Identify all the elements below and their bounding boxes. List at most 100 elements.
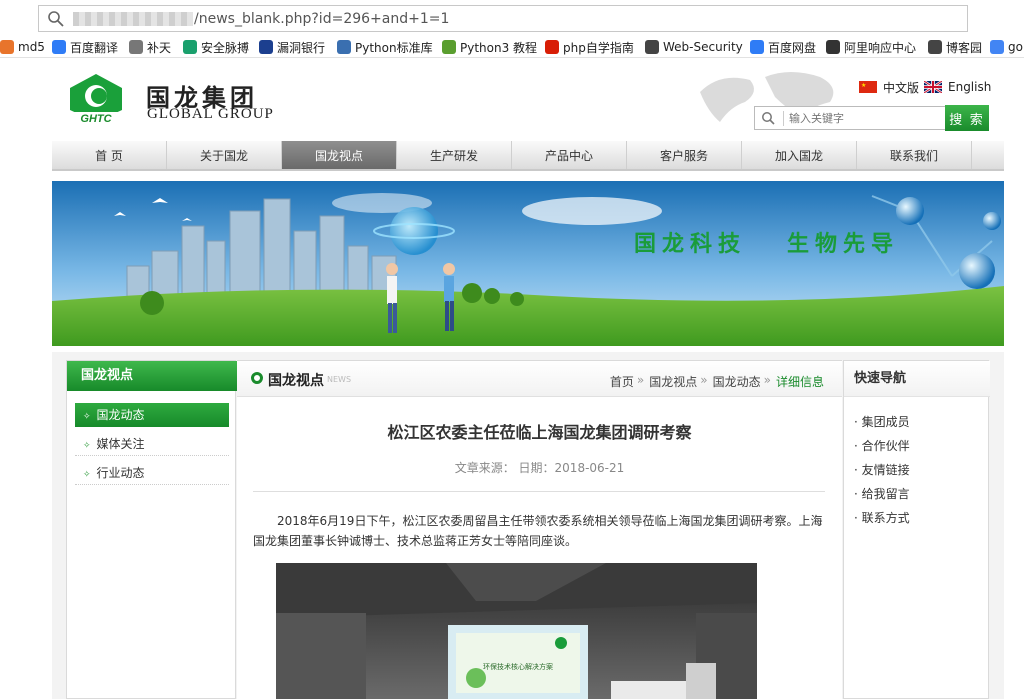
quicknav-link[interactable]: · 联系方式 — [854, 509, 910, 526]
gear-icon — [129, 40, 143, 54]
bookmark-label: 百度网盘 — [768, 40, 817, 55]
bookmark-label: 补天 — [147, 40, 172, 55]
bookmark-label: php自学指南 — [563, 40, 634, 55]
bookmark-label: Python3 教程 — [460, 40, 538, 55]
bank-icon — [259, 40, 273, 54]
bookmark-item[interactable]: Python标准库 — [337, 38, 433, 56]
search-button[interactable]: 搜 索 — [945, 105, 989, 131]
uk-flag-icon — [923, 80, 943, 94]
article-title: 松江区农委主任莅临上海国龙集团调研考察 — [387, 423, 692, 442]
breadcrumb-link[interactable]: 首页 — [610, 373, 634, 390]
diamond-bullet-icon: ✧ — [83, 441, 91, 451]
section-title: 国龙视点 — [268, 373, 324, 389]
breadcrumb-separator: » — [763, 373, 771, 387]
breadcrumb-link[interactable]: 国龙动态 — [713, 373, 761, 390]
bookmark-item[interactable]: 阿里响应中心 — [826, 38, 916, 56]
cloud-icon — [750, 40, 764, 54]
meeting-room-photo: 环保技术核心解决方案 — [276, 563, 757, 699]
world-map-icon — [700, 72, 860, 129]
google-icon — [990, 40, 1004, 54]
search-divider — [783, 111, 784, 126]
lang-en-label: English — [948, 80, 992, 94]
site-search — [754, 106, 946, 130]
sidebar-item-label: 国龙动态 — [96, 408, 145, 422]
magnifier-icon — [762, 112, 775, 125]
bookmark-item[interactable]: Web-Security — [645, 38, 743, 56]
logo-text: GHTC — [80, 113, 112, 124]
quicknav-link[interactable]: · 合作伙伴 — [854, 437, 910, 454]
sidebar-item[interactable]: ✧ 国龙动态 — [75, 403, 229, 427]
breadcrumb-separator: » — [700, 373, 708, 387]
breadcrumb-link[interactable]: 国龙视点 — [649, 373, 697, 390]
nav-item[interactable]: 加入国龙 — [742, 141, 857, 169]
svg-text:★: ★ — [861, 82, 866, 89]
php-icon — [545, 40, 559, 54]
sidebar-item[interactable]: ✧ 媒体关注 — [75, 432, 229, 456]
bookmark-label: Web-Security — [663, 40, 743, 54]
sidebar-title: 国龙视点 — [67, 361, 237, 391]
lang-cn-link[interactable]: ★ 中文版 — [859, 79, 919, 95]
nav-item[interactable]: 联系我们 — [857, 141, 972, 169]
nav-item[interactable]: 国龙视点 — [282, 141, 397, 169]
ghtc-logo: GHTC — [66, 74, 126, 124]
bookmark-label: Python标准库 — [355, 40, 433, 55]
breadcrumb-link[interactable]: 详细信息 — [776, 373, 824, 390]
translate-icon — [52, 40, 66, 54]
lang-cn-label: 中文版 — [883, 80, 920, 95]
nav-item[interactable]: 产品中心 — [512, 141, 627, 169]
sidebar-item[interactable]: ✧ 行业动态 — [75, 461, 229, 485]
bookmark-item[interactable]: 博客园 — [928, 38, 982, 56]
article-meta: 文章来源： 日期：2018-06-21 — [454, 461, 625, 475]
banner-illustration: 国龙科技 生物先导 — [52, 181, 1004, 346]
right-sidebar: 快速导航 · 集团成员 · 合作伙伴 · 友情链接 · 给我留言 · 联系方式 — [843, 360, 990, 699]
nav-item[interactable]: 首 页 — [52, 141, 167, 169]
sidebar-item-label: 媒体关注 — [96, 437, 145, 451]
main-content: 国龙视点 NEWS 首页» 国龙视点» 国龙动态» 详细信息 松江区农委主任莅临上海国… — [237, 360, 842, 699]
lang-en-link[interactable]: English — [923, 79, 992, 95]
quicknav-link[interactable]: · 友情链接 — [854, 461, 910, 478]
article-divider — [253, 491, 825, 492]
bookmark-item[interactable]: php自学指南 — [545, 38, 634, 56]
bookmark-item[interactable]: go — [990, 38, 1023, 56]
browser-toolbar: /news_blank.php?id=296+and+1=1 — [0, 0, 1024, 36]
nav-item[interactable]: 关于国龙 — [167, 141, 282, 169]
search-input[interactable] — [789, 110, 939, 126]
nav-item[interactable]: 生产研发 — [397, 141, 512, 169]
quicknav-link[interactable]: · 集团成员 — [854, 413, 910, 430]
bookmark-label: 漏洞银行 — [277, 40, 326, 55]
bookmark-label: go — [1008, 40, 1023, 54]
bookmark-item[interactable]: Python3 教程 — [442, 38, 537, 56]
diamond-bullet-icon: ✧ — [83, 412, 91, 422]
article-photo: 环保技术核心解决方案 — [276, 563, 757, 699]
hero-banner: 国龙科技 生物先导 — [52, 181, 1004, 346]
bookmark-label: md5 — [18, 40, 45, 54]
bookmark-item[interactable]: 补天 — [129, 38, 171, 56]
bookmark-item[interactable]: 漏洞银行 — [259, 38, 325, 56]
bookmark-item[interactable]: 百度翻译 — [52, 38, 118, 56]
left-sidebar: 国龙视点 ✧ 国龙动态 ✧ 媒体关注 ✧ 行业动态 — [66, 360, 237, 699]
blog-icon — [928, 40, 942, 54]
bookmark-item[interactable]: 百度网盘 — [750, 38, 816, 56]
nav-item[interactable]: 客户服务 — [627, 141, 742, 169]
section-header: 国龙视点 NEWS 首页» 国龙视点» 国龙动态» 详细信息 — [237, 361, 842, 397]
breadcrumb: 首页» 国龙视点» 国龙动态» 详细信息 — [608, 373, 824, 390]
bookmark-label: 博客园 — [946, 40, 983, 55]
address-bar[interactable]: /news_blank.php?id=296+and+1=1 — [38, 5, 968, 32]
banner-slogan-b: 生物先导 — [787, 231, 899, 257]
redacted-host — [73, 12, 193, 26]
quicknav-link[interactable]: · 给我留言 — [854, 485, 910, 502]
section-title-en: NEWS — [327, 375, 352, 384]
china-flag-icon: ★ — [859, 81, 877, 93]
python-icon — [337, 40, 351, 54]
bookmarks-bar: md5 百度翻译 补天 安全脉搏 漏洞银行 Python标准库 Python3 教程 php自… — [0, 36, 1024, 58]
bookmark-item[interactable]: 安全脉搏 — [183, 38, 249, 56]
search-icon — [48, 11, 64, 27]
slide-title: 环保技术核心解决方案 — [483, 662, 553, 671]
sidebar-item-label: 行业动态 — [96, 466, 145, 480]
diamond-bullet-icon: ✧ — [83, 470, 91, 480]
article-body: 2018年6月19日下午，松江区农委周留昌主任带领农委系统相关领导莅临上海国龙集… — [253, 514, 823, 548]
shield-icon — [183, 40, 197, 54]
site-name-en: GLOBAL GROUP — [147, 106, 274, 122]
md5-icon — [0, 40, 14, 54]
bookmark-item[interactable]: md5 — [0, 38, 45, 56]
